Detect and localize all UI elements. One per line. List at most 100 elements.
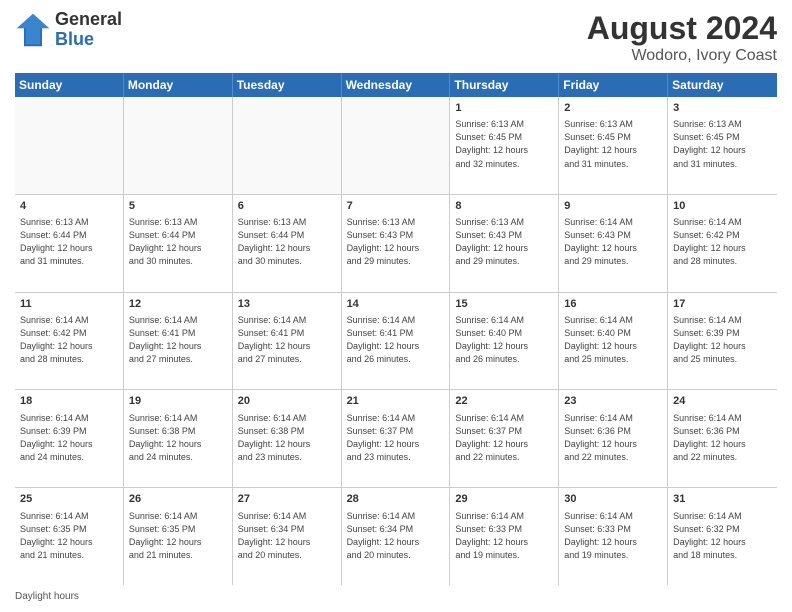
cell-daylight-info: Sunrise: 6:14 AM Sunset: 6:42 PM Dayligh…	[673, 216, 772, 268]
day-number: 13	[238, 297, 336, 312]
cell-daylight-info: Sunrise: 6:14 AM Sunset: 6:37 PM Dayligh…	[455, 412, 553, 464]
day-of-week-friday: Friday	[559, 73, 668, 97]
cell-daylight-info: Sunrise: 6:13 AM Sunset: 6:45 PM Dayligh…	[564, 118, 662, 170]
cal-cell: 27 Sunrise: 6:14 AM Sunset: 6:34 PM Dayli…	[233, 488, 342, 585]
cal-cell: 6 Sunrise: 6:13 AM Sunset: 6:44 PM Daylig…	[233, 195, 342, 292]
cell-daylight-info: Sunrise: 6:13 AM Sunset: 6:45 PM Dayligh…	[673, 118, 772, 170]
day-number: 2	[564, 101, 662, 116]
day-number: 17	[673, 297, 772, 312]
day-of-week-monday: Monday	[124, 73, 233, 97]
cell-daylight-info: Sunrise: 6:14 AM Sunset: 6:39 PM Dayligh…	[20, 412, 118, 464]
day-number: 25	[20, 492, 118, 507]
day-number: 4	[20, 199, 118, 214]
day-number: 6	[238, 199, 336, 214]
cal-cell: 8Sunrise: 6:13 AM Sunset: 6:43 PM Daylig…	[450, 195, 559, 292]
cell-daylight-info: Sunrise: 6:14 AM Sunset: 6:33 PM Dayligh…	[564, 510, 662, 562]
cell-daylight-info: Sunrise: 6:13 AM Sunset: 6:43 PM Dayligh…	[347, 216, 445, 268]
day-number: 24	[673, 394, 772, 409]
day-number: 27	[238, 492, 336, 507]
footer: Daylight hours	[15, 591, 777, 602]
day-number: 21	[347, 394, 445, 409]
cal-cell	[15, 97, 124, 194]
cell-daylight-info: Sunrise: 6:14 AM Sunset: 6:35 PM Dayligh…	[129, 510, 227, 562]
cal-cell: 5Sunrise: 6:13 AM Sunset: 6:44 PM Daylig…	[124, 195, 233, 292]
day-number: 30	[564, 492, 662, 507]
cal-cell: 31Sunrise: 6:14 AM Sunset: 6:32 PM Dayli…	[668, 488, 777, 585]
day-number: 31	[673, 492, 772, 507]
cal-cell: 12 Sunrise: 6:14 AM Sunset: 6:41 PM Dayli…	[124, 293, 233, 390]
cell-daylight-info: Sunrise: 6:13 AM Sunset: 6:44 PM Dayligh…	[129, 216, 227, 268]
week-row-4: 18 Sunrise: 6:14 AM Sunset: 6:39 PM Dayli…	[15, 390, 777, 488]
cal-cell: 3 Sunrise: 6:13 AM Sunset: 6:45 PM Daylig…	[668, 97, 777, 194]
cal-cell: 14 Sunrise: 6:14 AM Sunset: 6:41 PM Dayli…	[342, 293, 451, 390]
cal-cell: 30 Sunrise: 6:14 AM Sunset: 6:33 PM Dayli…	[559, 488, 668, 585]
day-of-week-wednesday: Wednesday	[342, 73, 451, 97]
title-block: August 2024 Wodoro, Ivory Coast	[587, 10, 777, 65]
cell-daylight-info: Sunrise: 6:14 AM Sunset: 6:41 PM Dayligh…	[129, 314, 227, 366]
week-row-5: 25 Sunrise: 6:14 AM Sunset: 6:35 PM Dayli…	[15, 488, 777, 585]
day-number: 10	[673, 199, 772, 214]
cell-daylight-info: Sunrise: 6:14 AM Sunset: 6:40 PM Dayligh…	[564, 314, 662, 366]
cal-cell: 13 Sunrise: 6:14 AM Sunset: 6:41 PM Dayli…	[233, 293, 342, 390]
logo-general-text: General	[55, 10, 122, 30]
day-number: 14	[347, 297, 445, 312]
title-location: Wodoro, Ivory Coast	[587, 47, 777, 65]
day-number: 23	[564, 394, 662, 409]
cell-daylight-info: Sunrise: 6:14 AM Sunset: 6:42 PM Dayligh…	[20, 314, 118, 366]
cal-cell	[233, 97, 342, 194]
day-of-week-saturday: Saturday	[668, 73, 777, 97]
cal-cell: 4 Sunrise: 6:13 AM Sunset: 6:44 PM Daylig…	[15, 195, 124, 292]
logo-blue-text: Blue	[55, 30, 122, 50]
cell-daylight-info: Sunrise: 6:13 AM Sunset: 6:44 PM Dayligh…	[20, 216, 118, 268]
page: General Blue August 2024 Wodoro, Ivory C…	[0, 0, 792, 612]
calendar-header: SundayMondayTuesdayWednesdayThursdayFrid…	[15, 73, 777, 97]
cal-cell: 19Sunrise: 6:14 AM Sunset: 6:38 PM Dayli…	[124, 390, 233, 487]
day-number: 18	[20, 394, 118, 409]
day-number: 7	[347, 199, 445, 214]
day-number: 12	[129, 297, 227, 312]
cal-cell: 9 Sunrise: 6:14 AM Sunset: 6:43 PM Daylig…	[559, 195, 668, 292]
cal-cell: 25 Sunrise: 6:14 AM Sunset: 6:35 PM Dayli…	[15, 488, 124, 585]
cal-cell: 26 Sunrise: 6:14 AM Sunset: 6:35 PM Dayli…	[124, 488, 233, 585]
day-of-week-sunday: Sunday	[15, 73, 124, 97]
cell-daylight-info: Sunrise: 6:14 AM Sunset: 6:33 PM Dayligh…	[455, 510, 553, 562]
cell-daylight-info: Sunrise: 6:14 AM Sunset: 6:43 PM Dayligh…	[564, 216, 662, 268]
cal-cell: 7 Sunrise: 6:13 AM Sunset: 6:43 PM Daylig…	[342, 195, 451, 292]
day-number: 26	[129, 492, 227, 507]
cal-cell: 2 Sunrise: 6:13 AM Sunset: 6:45 PM Daylig…	[559, 97, 668, 194]
cal-cell: 11 Sunrise: 6:14 AM Sunset: 6:42 PM Dayli…	[15, 293, 124, 390]
day-of-week-tuesday: Tuesday	[233, 73, 342, 97]
logo-icon	[15, 12, 51, 48]
cell-daylight-info: Sunrise: 6:13 AM Sunset: 6:44 PM Dayligh…	[238, 216, 336, 268]
cell-daylight-info: Sunrise: 6:14 AM Sunset: 6:38 PM Dayligh…	[238, 412, 336, 464]
cell-daylight-info: Sunrise: 6:14 AM Sunset: 6:41 PM Dayligh…	[238, 314, 336, 366]
cell-daylight-info: Sunrise: 6:14 AM Sunset: 6:37 PM Dayligh…	[347, 412, 445, 464]
day-number: 20	[238, 394, 336, 409]
cal-cell: 15 Sunrise: 6:14 AM Sunset: 6:40 PM Dayli…	[450, 293, 559, 390]
cell-daylight-info: Sunrise: 6:14 AM Sunset: 6:34 PM Dayligh…	[347, 510, 445, 562]
day-number: 29	[455, 492, 553, 507]
day-number: 9	[564, 199, 662, 214]
calendar: SundayMondayTuesdayWednesdayThursdayFrid…	[15, 73, 777, 585]
cal-cell: 16Sunrise: 6:14 AM Sunset: 6:40 PM Dayli…	[559, 293, 668, 390]
logo: General Blue	[15, 10, 122, 50]
cell-daylight-info: Sunrise: 6:14 AM Sunset: 6:34 PM Dayligh…	[238, 510, 336, 562]
day-number: 3	[673, 101, 772, 116]
cal-cell: 17Sunrise: 6:14 AM Sunset: 6:39 PM Dayli…	[668, 293, 777, 390]
calendar-body: 1 Sunrise: 6:13 AM Sunset: 6:45 PM Daylig…	[15, 97, 777, 585]
day-number: 8	[455, 199, 553, 214]
day-number: 1	[455, 101, 553, 116]
day-number: 19	[129, 394, 227, 409]
day-number: 11	[20, 297, 118, 312]
cal-cell: 23Sunrise: 6:14 AM Sunset: 6:36 PM Dayli…	[559, 390, 668, 487]
cal-cell: 1Sunrise: 6:13 AM Sunset: 6:45 PM Daylig…	[450, 97, 559, 194]
day-number: 15	[455, 297, 553, 312]
cell-daylight-info: Sunrise: 6:14 AM Sunset: 6:41 PM Dayligh…	[347, 314, 445, 366]
cal-cell: 10 Sunrise: 6:14 AM Sunset: 6:42 PM Dayli…	[668, 195, 777, 292]
cell-daylight-info: Sunrise: 6:14 AM Sunset: 6:40 PM Dayligh…	[455, 314, 553, 366]
title-month: August 2024	[587, 10, 777, 47]
header: General Blue August 2024 Wodoro, Ivory C…	[15, 10, 777, 65]
week-row-2: 4 Sunrise: 6:13 AM Sunset: 6:44 PM Daylig…	[15, 195, 777, 293]
cal-cell: 21 Sunrise: 6:14 AM Sunset: 6:37 PM Dayli…	[342, 390, 451, 487]
cell-daylight-info: Sunrise: 6:14 AM Sunset: 6:35 PM Dayligh…	[20, 510, 118, 562]
